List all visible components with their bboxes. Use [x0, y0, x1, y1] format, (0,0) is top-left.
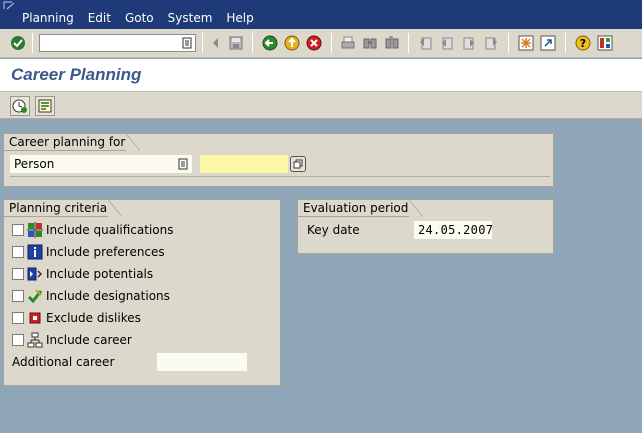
- potentials-checkbox[interactable]: [12, 268, 24, 280]
- menu-help[interactable]: Help: [226, 11, 253, 25]
- potentials-icon: [27, 266, 43, 282]
- standard-toolbar: ?: [0, 29, 642, 58]
- variant-icon[interactable]: [35, 96, 55, 116]
- designations-icon: [27, 288, 43, 304]
- help-icon[interactable]: ?: [574, 34, 592, 52]
- object-type-field[interactable]: Person: [10, 155, 192, 173]
- title-bar: Career Planning: [0, 59, 642, 91]
- save-icon[interactable]: [227, 34, 245, 52]
- divider: [10, 176, 550, 177]
- previous-page-icon[interactable]: [438, 34, 456, 52]
- qualifications-checkbox[interactable]: [12, 224, 24, 236]
- info-icon: [27, 244, 43, 260]
- page-title: Career Planning: [11, 65, 142, 84]
- preferences-checkbox[interactable]: [12, 246, 24, 258]
- object-type-value: Person: [14, 157, 55, 171]
- toolbar-separator: [32, 33, 33, 53]
- menu-goto[interactable]: Goto: [125, 11, 154, 25]
- system-menu-icon[interactable]: [3, 1, 17, 10]
- criteria-row-designations: Include designations: [12, 287, 170, 305]
- find-icon[interactable]: [361, 34, 379, 52]
- menu-edit[interactable]: Edit: [88, 11, 111, 25]
- career-icon: [27, 332, 43, 348]
- preferences-label: Include preferences: [46, 245, 165, 259]
- layout-icon[interactable]: [596, 34, 614, 52]
- cancel-icon[interactable]: [305, 34, 323, 52]
- criteria-row-dislikes: Exclude dislikes: [12, 309, 141, 327]
- print-icon[interactable]: [339, 34, 357, 52]
- planning-criteria-title: Planning criteria: [4, 200, 123, 217]
- evaluation-period-title: Evaluation period: [298, 200, 424, 217]
- command-field[interactable]: [39, 34, 196, 52]
- toolbar-separator: [508, 33, 509, 53]
- menu-planning[interactable]: Planning: [22, 11, 74, 25]
- value-help-icon[interactable]: [178, 158, 188, 170]
- toolbar-separator: [408, 33, 409, 53]
- evaluation-period-group: Evaluation period Key date 24.05.2007: [297, 199, 554, 254]
- planning-criteria-group: Planning criteria Include qualifications…: [3, 199, 281, 386]
- career-checkbox[interactable]: [12, 334, 24, 346]
- menu-bar: Planning Edit Goto System Help: [0, 0, 642, 29]
- career-planning-for-title: Career planning for: [4, 134, 141, 151]
- exit-icon[interactable]: [283, 34, 301, 52]
- toolbar-separator: [565, 33, 566, 53]
- value-help-icon[interactable]: [182, 37, 192, 49]
- dislikes-label: Exclude dislikes: [46, 311, 141, 325]
- criteria-row-potentials: Include potentials: [12, 265, 153, 283]
- shortcut-icon[interactable]: [539, 34, 557, 52]
- toolbar-separator: [252, 33, 253, 53]
- search-help-icon[interactable]: [290, 156, 306, 172]
- key-date-label: Key date: [307, 223, 360, 237]
- key-date-field[interactable]: 24.05.2007: [414, 221, 493, 239]
- first-page-icon[interactable]: [417, 34, 435, 52]
- career-label: Include career: [46, 333, 132, 347]
- dislikes-icon: [27, 310, 43, 326]
- svg-text:?: ?: [580, 37, 586, 50]
- toolbar-separator: [202, 33, 203, 53]
- additional-career-field[interactable]: [157, 353, 247, 371]
- enter-icon[interactable]: [9, 34, 27, 52]
- career-planning-for-group: Career planning for Person: [3, 133, 554, 187]
- green-back-icon[interactable]: [261, 34, 279, 52]
- menu-system[interactable]: System: [168, 11, 213, 25]
- back-icon[interactable]: [207, 34, 225, 52]
- find-next-icon[interactable]: [383, 34, 401, 52]
- qualifications-label: Include qualifications: [46, 223, 174, 237]
- designations-checkbox[interactable]: [12, 290, 24, 302]
- execute-icon[interactable]: [10, 96, 30, 116]
- potentials-label: Include potentials: [46, 267, 154, 281]
- key-date-value[interactable]: 24.05.2007: [418, 223, 493, 237]
- create-session-icon[interactable]: [517, 34, 535, 52]
- object-id-field[interactable]: [200, 155, 288, 173]
- dislikes-checkbox[interactable]: [12, 312, 24, 324]
- criteria-row-career: Include career: [12, 331, 132, 349]
- criteria-row-qualifications: Include qualifications: [12, 221, 174, 239]
- qualifications-icon: [27, 222, 43, 238]
- criteria-row-preferences: Include preferences: [12, 243, 165, 261]
- designations-label: Include designations: [46, 289, 170, 303]
- next-page-icon[interactable]: [460, 34, 478, 52]
- additional-career-label: Additional career: [12, 355, 115, 369]
- toolbar-separator: [331, 33, 332, 53]
- application-toolbar: [0, 91, 642, 119]
- last-page-icon[interactable]: [482, 34, 500, 52]
